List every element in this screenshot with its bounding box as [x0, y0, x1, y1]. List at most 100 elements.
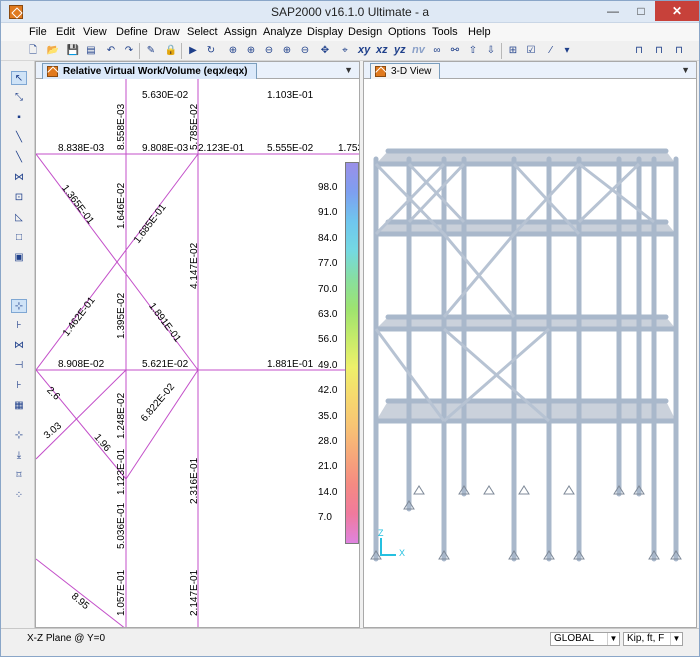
zoom-fit-icon[interactable]: ⊕ — [279, 43, 295, 59]
open-folder-icon[interactable]: 📂 — [45, 43, 61, 59]
menu-tools[interactable]: Tools — [432, 26, 458, 38]
legend-value: 77.0 — [318, 258, 338, 270]
global-axis-indicator: Z X — [378, 528, 408, 564]
new-file-icon[interactable]: 🗋 — [25, 43, 41, 59]
menu-select[interactable]: Select — [187, 26, 218, 38]
menu-file[interactable]: File — [29, 26, 47, 38]
intersecting-line-icon[interactable]: ⊣ — [11, 359, 27, 373]
zoom-previous-icon[interactable]: ⊖ — [297, 43, 313, 59]
get-previous-selection-icon[interactable]: ⊦ — [11, 319, 27, 333]
menu-bar: File Edit View Define Draw Select Assign… — [1, 23, 699, 41]
toolbar-dropdown-icon[interactable]: ▾ — [559, 43, 575, 59]
tab-3d-view-label: 3-D View — [391, 66, 432, 77]
draw-cable-icon[interactable]: ╲ — [11, 151, 27, 165]
menu-draw[interactable]: Draw — [154, 26, 180, 38]
lock-icon[interactable]: 🔒 — [163, 43, 179, 59]
elevation-canvas[interactable]: 5.630E-02 1.103E-01 8.838E-03 9.808E-03 … — [36, 79, 359, 627]
undo-icon[interactable]: ↶ — [103, 43, 119, 59]
clear-load-icon[interactable]: ⌑ — [11, 469, 27, 483]
draw-rect-area-icon[interactable]: □ — [11, 231, 27, 245]
pane-menu-dropdown[interactable]: ▼ — [681, 65, 690, 75]
move-up-icon[interactable]: ⇧ — [465, 43, 481, 59]
title-bar: SAP2000 v16.1.0 Ultimate - a — □ ✕ — [1, 1, 699, 23]
zoom-window-icon[interactable]: ⊕ — [225, 43, 241, 59]
snap-grid-icon[interactable]: ⁘ — [11, 489, 27, 503]
3d-view-pane[interactable]: 3-D View ▼ Z X — [363, 61, 697, 628]
elevation-view-pane[interactable]: Relative Virtual Work/Volume (eqx/eqx) ▼ — [35, 61, 360, 628]
menu-edit[interactable]: Edit — [56, 26, 75, 38]
menu-options[interactable]: Options — [388, 26, 426, 38]
coordinate-system-value: GLOBAL — [554, 633, 595, 644]
pin-tab-icon[interactable] — [375, 66, 386, 77]
axis-x-label: X — [399, 548, 406, 558]
object-shrink-icon[interactable]: ⚯ — [447, 43, 463, 59]
print-icon[interactable]: ▤ — [83, 43, 99, 59]
grid-options-icon[interactable]: ⊞ — [505, 43, 521, 59]
pane-menu-dropdown[interactable]: ▼ — [344, 65, 353, 75]
legend-value: 70.0 — [318, 283, 338, 295]
minimize-button[interactable]: — — [599, 1, 627, 21]
snap-options-icon[interactable]: ⁄ — [543, 43, 559, 59]
menu-display[interactable]: Display — [307, 26, 343, 38]
pin-tab-icon[interactable] — [47, 66, 58, 77]
check-icon[interactable]: ☑ — [523, 43, 539, 59]
view-xy-button[interactable]: xy — [358, 44, 370, 56]
set-3d-view-icon[interactable]: ⌖ — [337, 43, 353, 59]
frame-value-label: 1.123E-01 — [116, 448, 127, 495]
tab-relative-virtual-work-label: Relative Virtual Work/Volume (eqx/eqx) — [63, 66, 248, 77]
save-icon[interactable]: 💾 — [65, 43, 81, 59]
tab-relative-virtual-work[interactable]: Relative Virtual Work/Volume (eqx/eqx) — [42, 63, 257, 79]
rubber-band-zoom-icon[interactable]: ⊹ — [11, 429, 27, 443]
rotate-3d-icon[interactable]: ↻ — [203, 43, 219, 59]
chevron-down-icon[interactable]: ▼ — [670, 633, 682, 645]
zoom-in-icon[interactable]: ⊕ — [243, 43, 259, 59]
elevation-drawing — [36, 79, 359, 627]
view-nv-button[interactable]: nv — [412, 44, 425, 56]
maximize-button[interactable]: □ — [627, 1, 655, 21]
run-analysis-icon[interactable]: ▶ — [185, 43, 201, 59]
units-select[interactable]: Kip, ft, F ▼ — [623, 632, 683, 646]
legend-value: 28.0 — [318, 436, 338, 447]
show-grid-icon[interactable]: ▦ — [11, 399, 27, 413]
menu-analyze[interactable]: Analyze — [263, 26, 302, 38]
perspective-icon[interactable]: ∞ — [429, 43, 445, 59]
menu-view[interactable]: View — [83, 26, 107, 38]
menu-help[interactable]: Help — [468, 26, 491, 38]
3d-canvas[interactable]: Z X — [364, 79, 696, 627]
restraint-icon[interactable]: ⊦ — [11, 379, 27, 393]
reshape-icon[interactable]: ⤡ — [11, 91, 27, 105]
legend-value: 56.0 — [318, 334, 338, 346]
view-yz-button[interactable]: yz — [394, 44, 406, 56]
menu-define[interactable]: Define — [116, 26, 148, 38]
status-bar: X-Z Plane @ Y=0 GLOBAL ▼ Kip, ft, F ▼ — [1, 628, 699, 656]
tab-3d-view[interactable]: 3-D View — [370, 63, 441, 79]
frame-local-icon[interactable]: ⊓ — [671, 43, 687, 59]
frame-release-icon[interactable]: ⊓ — [651, 43, 667, 59]
frame-value-label: 1.395E-02 — [116, 292, 127, 339]
draw-poly-area-icon[interactable]: ◺ — [11, 211, 27, 225]
legend-value: 98.0 — [318, 182, 338, 193]
draw-frame-icon[interactable]: ╲ — [11, 131, 27, 145]
frame-value-label: 5.036E-01 — [116, 502, 127, 549]
zoom-out-icon[interactable]: ⊖ — [261, 43, 277, 59]
pencil-icon[interactable]: ✎ — [143, 43, 159, 59]
quick-draw-area-icon[interactable]: ▣ — [11, 251, 27, 265]
chevron-down-icon[interactable]: ▼ — [607, 633, 619, 645]
coordinate-system-select[interactable]: GLOBAL ▼ — [550, 632, 620, 646]
clear-selection-icon[interactable]: ⋈ — [11, 339, 27, 353]
select-all-icon[interactable]: ⊹ — [11, 299, 27, 313]
draw-joint-icon[interactable]: ▪ — [11, 111, 27, 125]
quick-draw-brace-icon[interactable]: ⋈ — [11, 171, 27, 185]
frame-draw-icon[interactable]: ⊓ — [631, 43, 647, 59]
quick-draw-frame-icon[interactable]: ⊡ — [11, 191, 27, 205]
move-down-icon[interactable]: ⇩ — [483, 43, 499, 59]
pan-icon[interactable]: ✥ — [317, 43, 333, 59]
frame-value-label: 8.908E-02 — [58, 359, 105, 370]
menu-design[interactable]: Design — [348, 26, 382, 38]
view-xz-button[interactable]: xz — [376, 44, 388, 56]
menu-assign[interactable]: Assign — [224, 26, 257, 38]
assign-load-icon[interactable]: ⤓ — [11, 449, 27, 463]
close-button[interactable]: ✕ — [655, 1, 699, 21]
pointer-icon[interactable]: ↖ — [11, 71, 27, 85]
redo-icon[interactable]: ↷ — [121, 43, 137, 59]
